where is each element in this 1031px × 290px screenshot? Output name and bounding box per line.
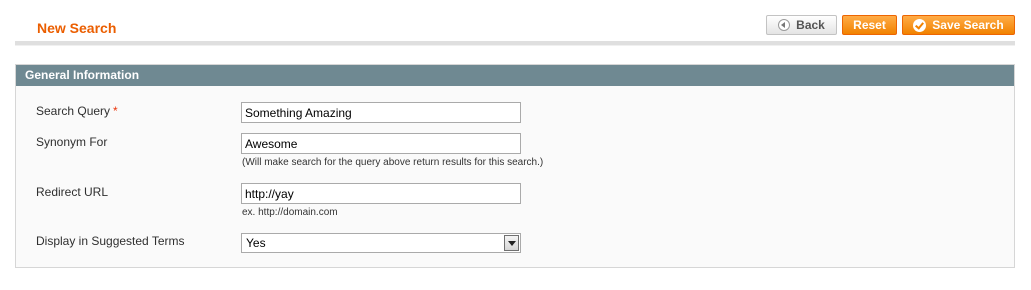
search-query-input[interactable] [241, 102, 521, 123]
search-query-label: Search Query * [36, 104, 118, 118]
redirect-url-input[interactable] [241, 183, 521, 204]
synonym-for-note: (Will make search for the query above re… [242, 157, 544, 168]
section-header: General Information [16, 65, 1014, 86]
redirect-url-note: ex. http://domain.com [242, 207, 338, 218]
redirect-url-label: Redirect URL [36, 185, 109, 199]
reset-button[interactable]: Reset [842, 15, 897, 35]
save-search-button[interactable]: Save Search [902, 15, 1015, 35]
back-arrow-icon [778, 19, 791, 31]
display-in-suggested-terms-label: Display in Suggested Terms [36, 234, 185, 248]
page-title: New Search [37, 20, 117, 36]
select-value: Yes [246, 236, 266, 250]
save-search-button-label: Save Search [932, 18, 1004, 32]
display-in-suggested-terms-select[interactable]: Yes [241, 233, 521, 253]
chevron-down-icon[interactable] [504, 235, 519, 251]
back-button[interactable]: Back [766, 15, 837, 35]
checkmark-icon [913, 18, 927, 32]
synonym-for-input[interactable] [241, 133, 521, 154]
header-divider [15, 41, 1015, 46]
search-query-label-text: Search Query [36, 104, 111, 118]
synonym-for-label: Synonym For [36, 135, 108, 149]
general-information-fieldset: General Information Search Query* Synony… [15, 64, 1015, 268]
back-button-label: Back [796, 18, 825, 32]
required-marker: * [113, 104, 118, 118]
reset-button-label: Reset [853, 18, 886, 32]
